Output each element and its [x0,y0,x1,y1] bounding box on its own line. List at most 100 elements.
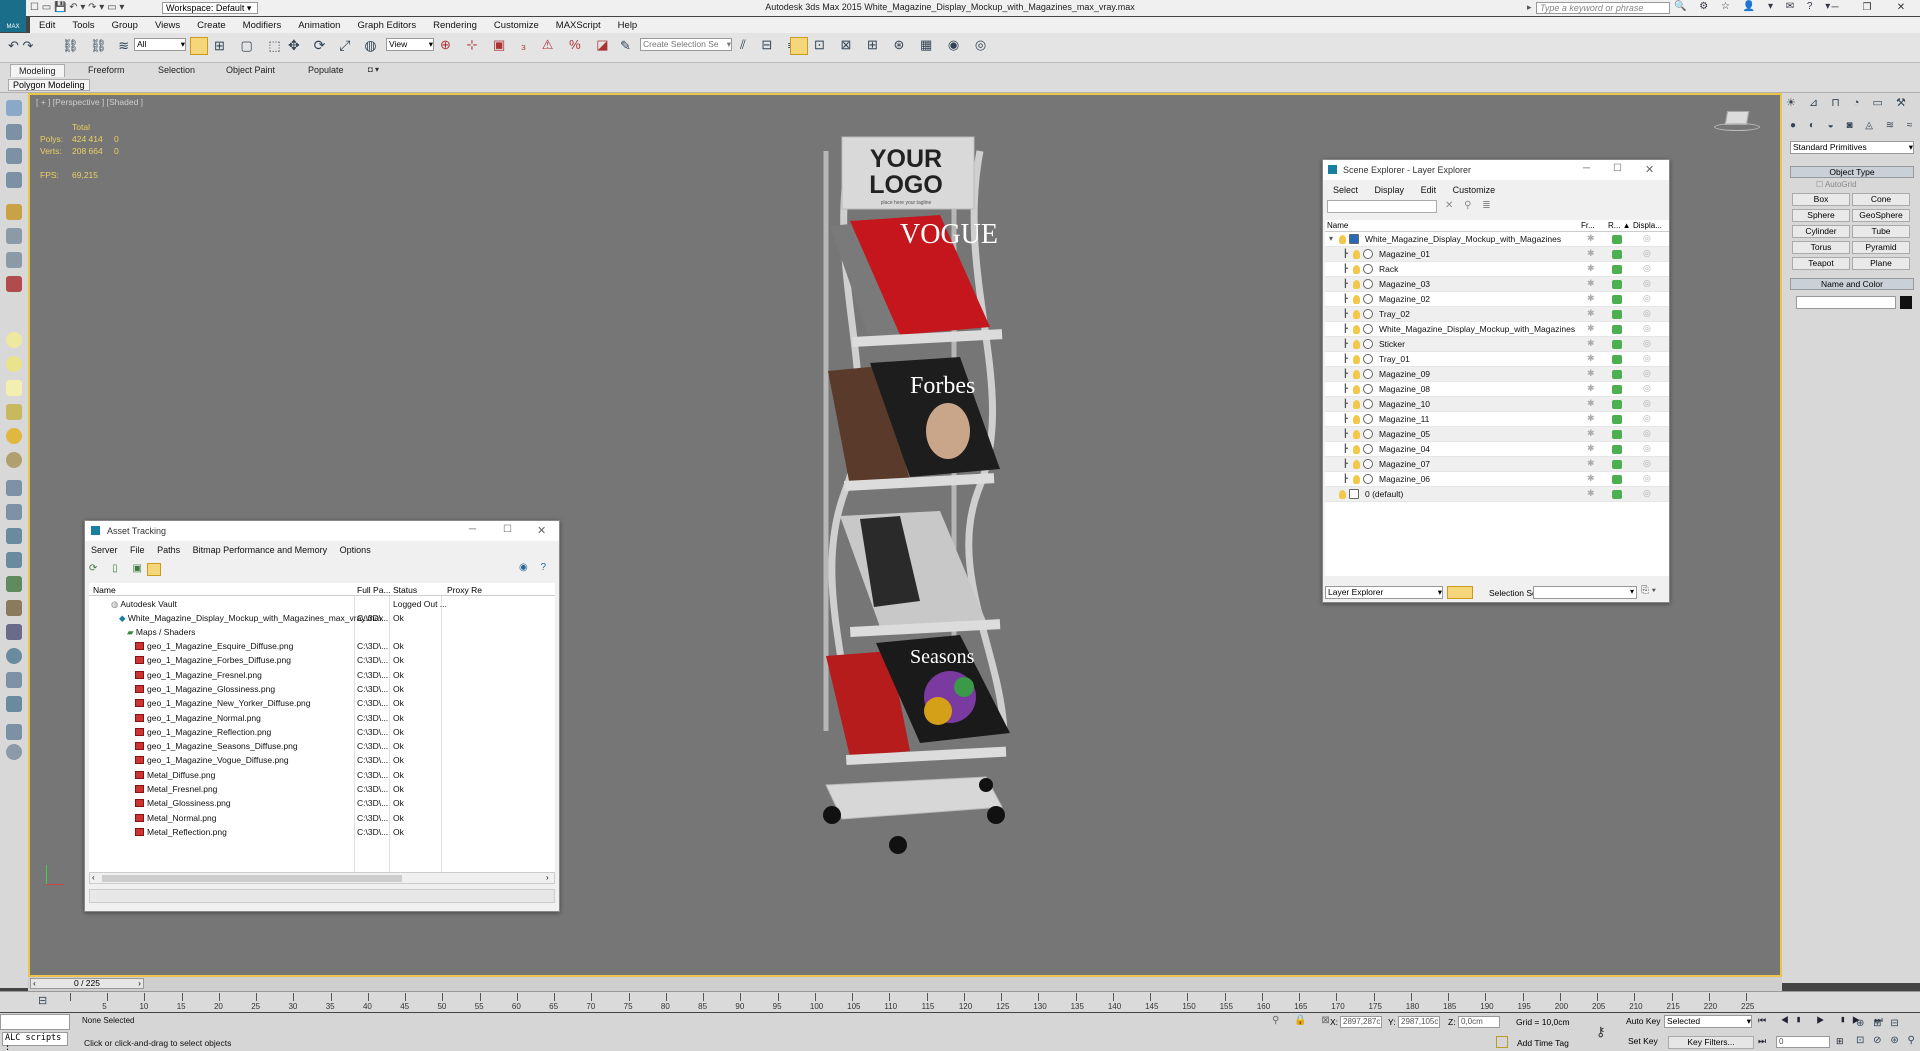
scene-explorer-maximize-button[interactable]: ☐ [1613,163,1622,174]
at-maps-folder[interactable]: Maps / Shaders [136,627,196,637]
menu-modifiers[interactable]: Modifiers [234,17,290,31]
display-settings-icon[interactable]: ◎ [1643,323,1651,334]
at-col-proxy[interactable]: Proxy Re [447,585,482,595]
layer-manager-icon[interactable] [790,37,808,55]
pyramid-button[interactable]: Pyramid [1852,241,1910,254]
render-toggle-icon[interactable] [1612,445,1622,454]
se-row-label[interactable]: Magazine_04 [1379,444,1430,454]
se-row-label[interactable]: Rack [1379,264,1398,274]
x-coord-field[interactable]: 2897,287c [1340,1016,1382,1028]
se-row-label[interactable]: Magazine_11 [1379,414,1429,424]
name-color-header[interactable]: Name and Color [1790,278,1914,290]
tube-button[interactable]: Tube [1852,225,1910,238]
object-color-swatch[interactable] [1900,296,1912,309]
se-object-row[interactable]: ┣ Magazine_03 ✱ ◎ [1325,277,1669,292]
asset-tracking-close-button[interactable]: ✕ [537,524,546,537]
display-settings-icon[interactable]: ◎ [1643,488,1651,499]
polygon-modeling-label[interactable]: Polygon Modeling [8,79,90,91]
maximize-button[interactable]: ❐ [1852,0,1882,16]
se-object-row[interactable]: ┣ Magazine_11 ✱ ◎ [1325,412,1669,427]
se-row-label[interactable]: Sticker [1379,339,1405,349]
menu-views[interactable]: Views [146,17,188,31]
asset-name[interactable]: Metal_Fresnel.png [147,784,217,794]
tool-icon-9[interactable] [6,480,22,496]
edit-named-selection-icon[interactable]: ✎ [620,38,631,54]
freeze-icon[interactable]: ✱ [1587,368,1595,379]
freeze-icon[interactable]: ✱ [1587,398,1595,409]
freeze-icon[interactable]: ✱ [1587,458,1595,469]
freeze-icon[interactable]: ✱ [1587,488,1595,499]
teapot-button[interactable]: Teapot [1792,257,1850,270]
select-tool-icons[interactable] [190,37,208,55]
quick-access-icons[interactable]: ☐ ▭ 💾 ↶ ▾ ↷ ▾ ▭ ▾ [30,2,156,14]
visibility-bulb-icon[interactable] [1353,400,1360,409]
object-type-header[interactable]: Object Type [1790,166,1914,178]
visibility-bulb-icon[interactable] [1353,265,1360,274]
sphere-button[interactable]: Sphere [1792,209,1850,222]
display-settings-icon[interactable]: ◎ [1643,458,1651,469]
freeze-icon[interactable]: ✱ [1587,383,1595,394]
se-object-row[interactable]: ┣ Tray_02 ✱ ◎ [1325,307,1669,322]
search-arrow-icon[interactable]: ▸ [1527,2,1532,13]
tool-icon-15[interactable] [6,648,22,664]
freeze-icon[interactable]: ✱ [1587,338,1595,349]
key-icon[interactable]: ⚷ [1596,1024,1606,1040]
display-settings-icon[interactable]: ◎ [1643,353,1651,364]
visibility-bulb-icon[interactable] [1353,295,1360,304]
visibility-bulb-icon[interactable] [1353,460,1360,469]
visibility-bulb-icon[interactable] [1353,445,1360,454]
freeze-icon[interactable]: ✱ [1587,263,1595,274]
display-settings-icon[interactable]: ◎ [1643,413,1651,424]
sun-icon[interactable] [6,428,22,444]
tool-icon-4[interactable] [6,172,22,188]
lock-icons[interactable]: ⚲ 🔒 ⊠ [1272,1015,1336,1026]
display-settings-icon[interactable]: ◎ [1643,263,1651,274]
se-menu-select[interactable]: Select [1333,185,1358,195]
tool-icon-2[interactable] [6,124,22,140]
freeze-icon[interactable]: ✱ [1587,323,1595,334]
selected-dropdown[interactable]: Selected ▾ [1664,1015,1752,1028]
render-toggle-icon[interactable] [1612,370,1622,379]
help-search-input[interactable]: Type a keyword or phrase [1536,2,1670,14]
tool-icon-1[interactable] [6,100,22,116]
freeze-icon[interactable]: ✱ [1587,428,1595,439]
camera-icon[interactable] [6,404,22,420]
se-default-layer-row[interactable]: 0 (default) ✱ ◎ [1325,487,1669,502]
menu-help[interactable]: Help [609,17,646,31]
app-logo[interactable]: MAX [0,0,26,32]
render-toggle-icon[interactable] [1612,325,1622,334]
select-by-name-icon[interactable]: ⊞ ▢ ⬚ [214,38,287,54]
se-row-label[interactable]: Tray_02 [1379,309,1410,319]
named-selection-dropdown[interactable]: Create Selection Se ▾ [640,38,732,51]
se-row-label[interactable]: Magazine_09 [1379,369,1430,379]
se-row-label[interactable]: Magazine_07 [1379,459,1430,469]
se-row-label[interactable]: Magazine_01 [1379,249,1430,259]
track-bar-icon[interactable]: ⊟ [38,994,47,1007]
display-settings-icon[interactable]: ◎ [1643,473,1651,484]
tab-modeling[interactable]: Modeling [10,64,65,77]
scene-explorer-close-button[interactable]: ✕ [1645,163,1654,176]
scene-explorer-search-input[interactable] [1327,200,1437,213]
freeze-icon[interactable]: ✱ [1587,278,1595,289]
tool-icon-17[interactable] [6,696,22,712]
tool-icon-6[interactable] [6,228,22,244]
set-key-button[interactable]: Set Key [1628,1036,1658,1046]
render-toggle-icon[interactable] [1612,355,1622,364]
freeze-icon[interactable]: ✱ [1587,308,1595,319]
time-slider[interactable]: ‹ 0 / 225 › [28,977,1782,991]
asset-name[interactable]: Metal_Glossiness.png [147,798,231,808]
menu-group[interactable]: Group [103,17,146,31]
asset-list[interactable]: ◍ Autodesk Vault Logged Out ... ◆ White_… [89,596,555,872]
render-toggle-icon[interactable] [1612,385,1622,394]
display-settings-icon[interactable]: ◎ [1643,233,1651,244]
cylinder-icon[interactable] [6,356,22,372]
visibility-bulb-icon[interactable] [1353,415,1360,424]
se-row-label[interactable]: Magazine_08 [1379,384,1430,394]
tool-icon-5[interactable] [6,204,22,220]
display-settings-icon[interactable]: ◎ [1643,368,1651,379]
at-menu-file[interactable]: File [130,545,145,555]
time-slider-thumb[interactable]: ‹ 0 / 225 › [30,978,144,989]
asset-name[interactable]: geo_1_Magazine_Seasons_Diffuse.png [147,741,298,751]
menu-tools[interactable]: Tools [63,17,102,31]
display-settings-icon[interactable]: ◎ [1643,398,1651,409]
